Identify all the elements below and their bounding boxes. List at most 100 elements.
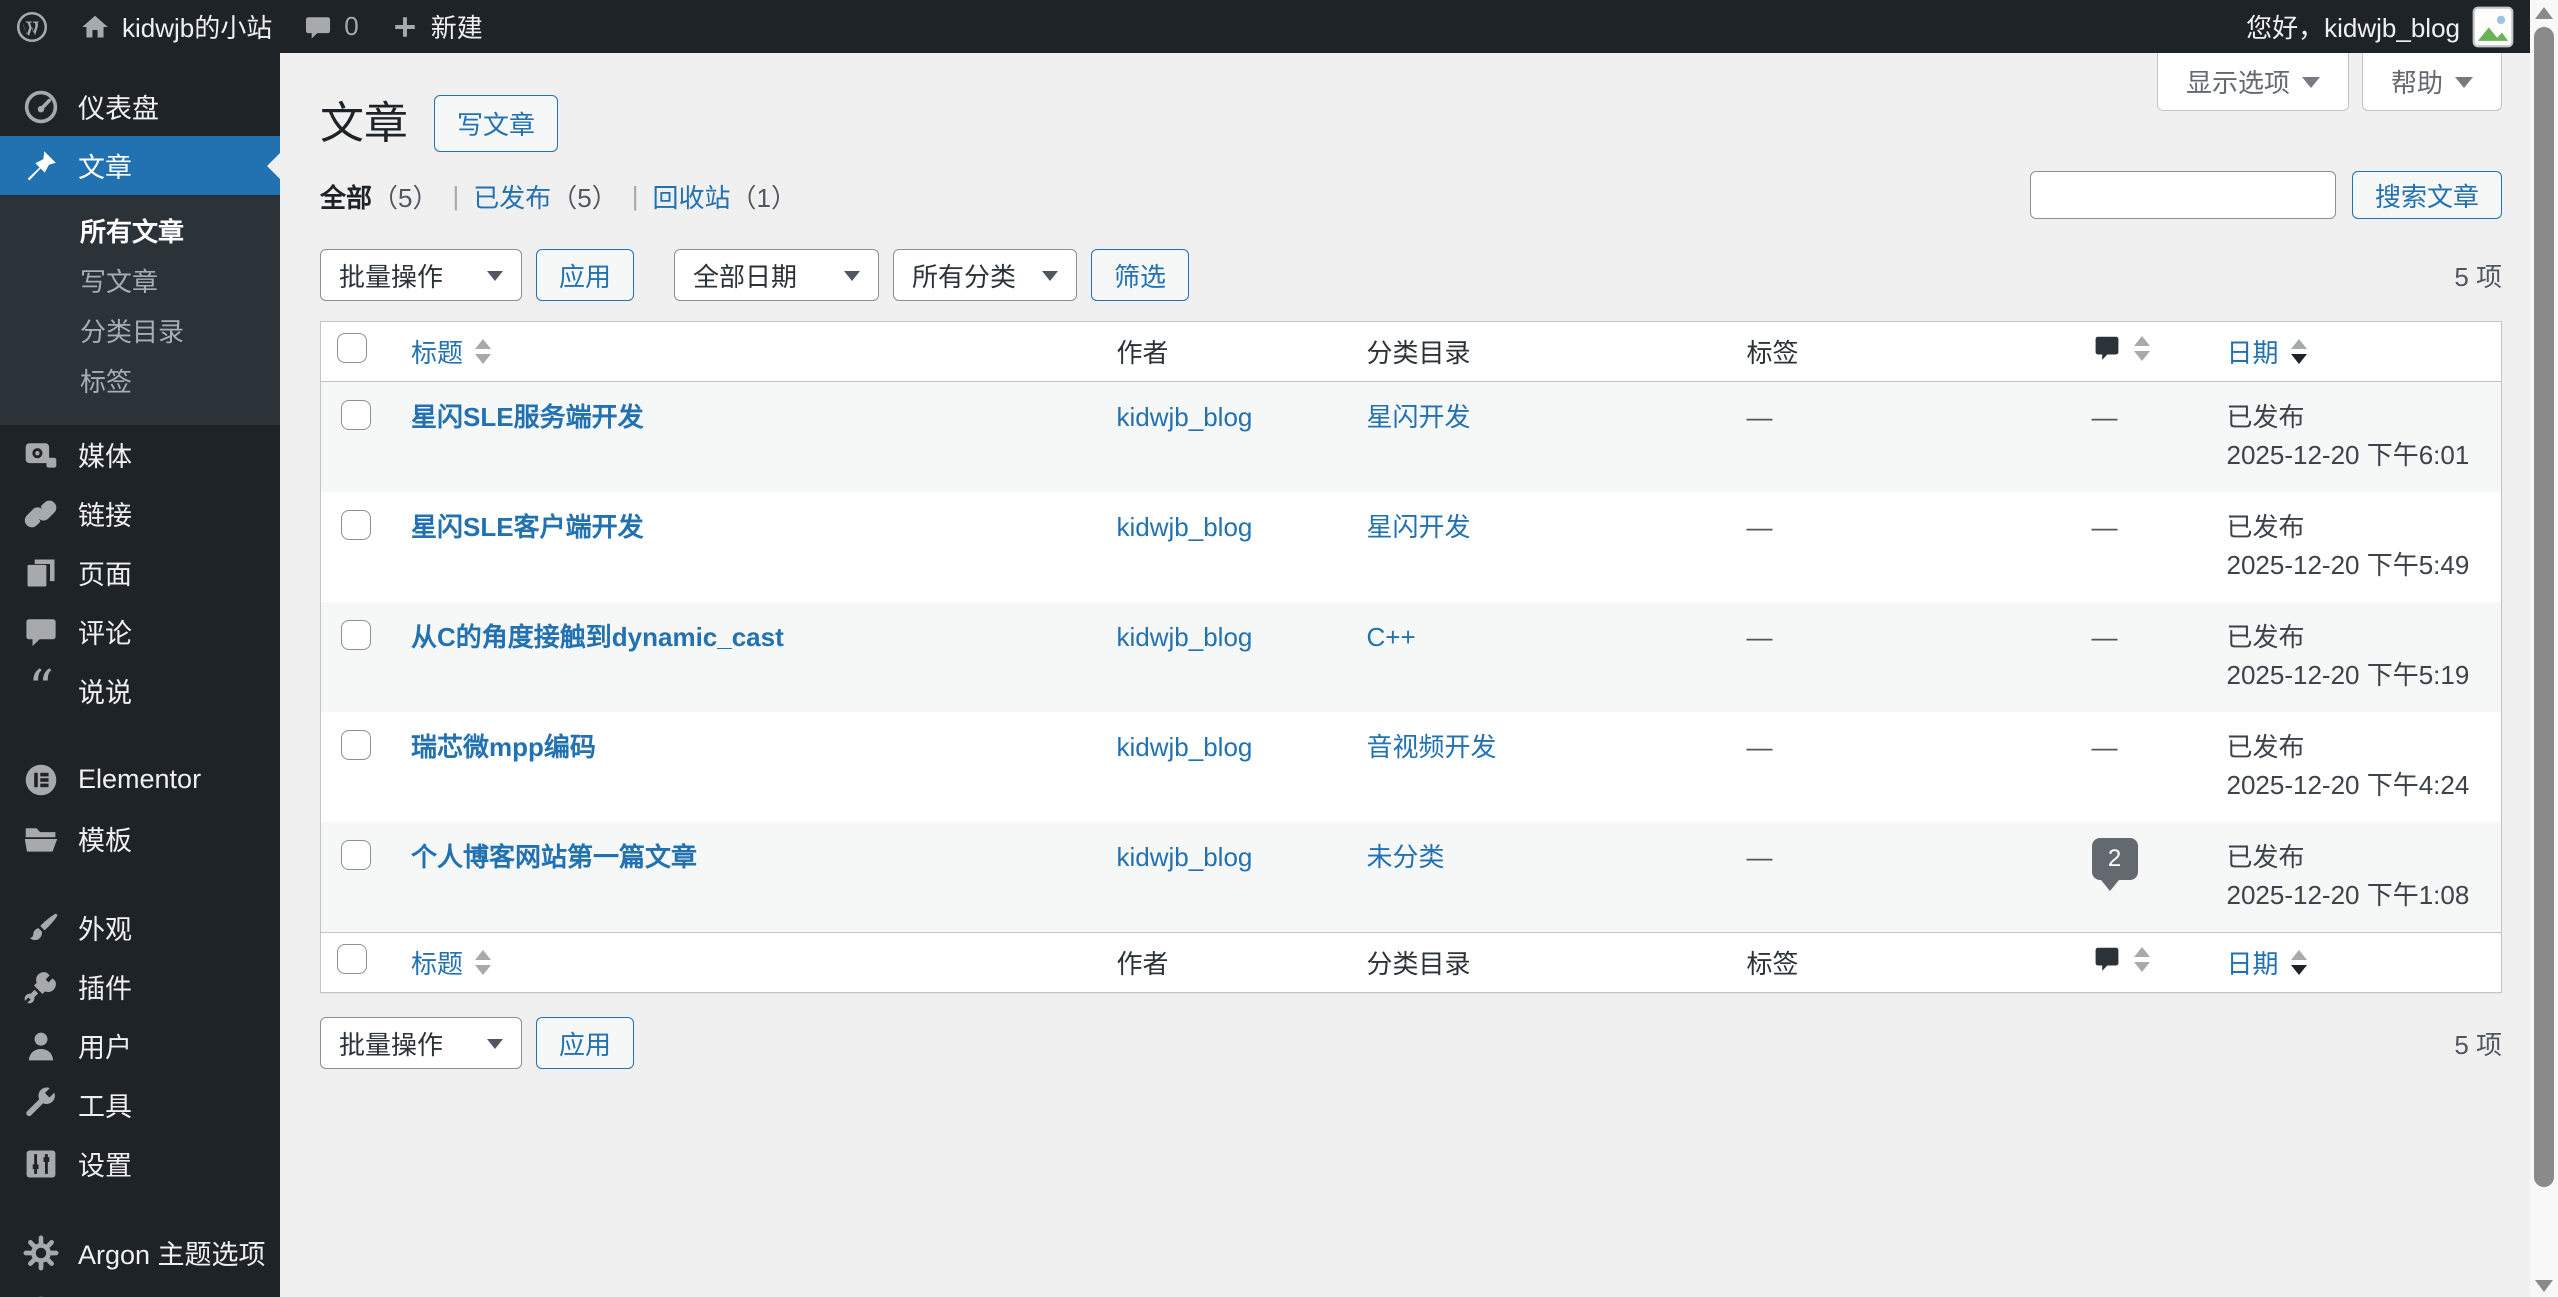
view-trash-link[interactable]: 回收站 [653,178,731,215]
post-title-link[interactable]: 星闪SLE客户端开发 [411,512,644,542]
sidebar-item-settings[interactable]: 设置 [0,1134,280,1193]
wordpress-logo-menu[interactable] [0,0,64,53]
category-filter-select[interactable]: 所有分类 [893,249,1078,301]
date-filter-value: 全部日期 [693,261,798,292]
row-checkbox[interactable] [341,730,371,760]
sidebar-item-comments[interactable]: 评论 [0,602,280,661]
sort-by-date[interactable]: 日期 [2227,944,2307,981]
post-title-link[interactable]: 个人博客网站第一篇文章 [411,842,697,872]
posts-table: 标题 作者 分类目录 标签 日期 星闪SLE服务端开发 kidwjb_blog … [320,321,2502,993]
category-link[interactable]: 音视频开发 [1367,732,1497,762]
sidebar-item-plugins[interactable]: 插件 [0,957,280,1016]
row-checkbox[interactable] [341,510,371,540]
add-new-post-button[interactable]: 写文章 [434,95,559,152]
sidebar-label: Argon 主题选项 [78,1240,266,1270]
date-filter-select[interactable]: 全部日期 [674,249,880,301]
bulk-action-select-bottom[interactable]: 批量操作 [320,1017,522,1069]
author-link[interactable]: kidwjb_blog [1117,842,1253,872]
sidebar-item-dashboard[interactable]: 仪表盘 [0,77,280,136]
category-link[interactable]: C++ [1367,622,1416,652]
row-checkbox[interactable] [341,400,371,430]
view-published-link[interactable]: 已发布 [473,178,551,215]
new-content-menu[interactable]: 新建 [375,0,499,53]
submenu-categories[interactable]: 分类目录 [0,307,280,357]
comment-bubble-icon [304,13,332,41]
sort-by-comments[interactable] [2092,944,2150,974]
folder-icon [22,821,60,857]
post-title-link[interactable]: 瑞芯微mpp编码 [411,732,596,762]
author-link[interactable]: kidwjb_blog [1117,402,1253,432]
comment-count-badge[interactable]: 2 [2091,838,2138,891]
author-link[interactable]: kidwjb_blog [1117,622,1253,652]
sidebar-label: 插件 [78,974,132,1004]
bulk-action-select[interactable]: 批量操作 [320,249,522,301]
column-author-label: 作者 [1096,932,1347,993]
sidebar-item-shuoshuo[interactable]: “ 说说 [0,661,280,720]
post-date: 2025-12-20 下午5:49 [2226,550,2470,580]
sidebar-item-links[interactable]: 链接 [0,484,280,543]
sidebar-item-posts[interactable]: 文章 [0,136,280,195]
screen-options-toggle[interactable]: 显示选项 [2156,53,2349,111]
my-account-menu[interactable]: 您好，kidwjb_blog [2246,0,2514,53]
chevron-down-icon [1042,271,1059,289]
row-checkbox[interactable] [341,620,371,650]
column-tags-label: 标签 [1726,932,2072,993]
search-input[interactable] [2029,171,2336,219]
select-all-checkbox[interactable] [337,944,367,974]
sidebar-item-pages[interactable]: 页面 [0,543,280,602]
sort-arrows-icon [2133,946,2150,972]
admin-bar-comments[interactable]: 0 [288,0,374,53]
sort-by-comments[interactable] [2092,333,2150,363]
sidebar-item-tools[interactable]: 工具 [0,1075,280,1134]
post-status: 已发布 [2226,402,2305,432]
comment-icon [22,615,60,649]
chevron-down-icon [2455,76,2473,97]
submenu-all-posts[interactable]: 所有文章 [0,207,280,257]
category-link[interactable]: 未分类 [1367,842,1445,872]
link-icon [22,496,60,532]
submenu-new-post[interactable]: 写文章 [0,257,280,307]
sidebar-item-templates[interactable]: 模板 [0,809,280,868]
scrollbar-thumb[interactable] [2534,27,2554,1187]
category-link[interactable]: 星闪开发 [1367,402,1471,432]
scroll-down-arrow-icon[interactable] [2535,1280,2553,1292]
column-date-label: 日期 [2226,338,2279,368]
select-all-checkbox[interactable] [337,333,367,363]
sidebar-label: 外观 [78,915,132,945]
sidebar-item-elementor[interactable]: Elementor [0,750,280,809]
comments-column-icon [2092,944,2122,974]
column-title-label: 标题 [411,338,464,368]
site-name-menu[interactable]: kidwjb的小站 [64,0,288,53]
help-toggle[interactable]: 帮助 [2361,53,2502,111]
scroll-up-arrow-icon[interactable] [2535,7,2553,19]
wrench-icon [22,1086,60,1123]
sidebar-item-appearance[interactable]: 外观 [0,898,280,957]
sort-by-date[interactable]: 日期 [2227,333,2307,370]
row-checkbox[interactable] [341,840,371,870]
table-row: 瑞芯微mpp编码 kidwjb_blog 音视频开发 — — 已发布 2025-… [321,712,2502,822]
category-link[interactable]: 星闪开发 [1367,512,1471,542]
author-link[interactable]: kidwjb_blog [1117,512,1253,542]
view-all-link[interactable]: 全部 [320,178,372,215]
view-separator: | [631,181,639,211]
sort-by-title[interactable]: 标题 [411,944,492,981]
submenu-tags[interactable]: 标签 [0,357,280,407]
sidebar-label: 链接 [78,501,132,531]
sidebar-label: 设置 [78,1151,132,1181]
filter-button[interactable]: 筛选 [1091,249,1190,301]
category-filter-value: 所有分类 [912,261,1017,292]
post-title-link[interactable]: 星闪SLE服务端开发 [411,402,644,432]
author-link[interactable]: kidwjb_blog [1117,732,1253,762]
sidebar-item-media[interactable]: 媒体 [0,425,280,484]
post-title-link[interactable]: 从C的角度接触到dynamic_cast [411,622,784,652]
sidebar-item-argon-theme-options[interactable]: Argon 主题选项 [0,1223,280,1282]
apply-button-bottom[interactable]: 应用 [536,1017,635,1069]
apply-button[interactable]: 应用 [536,249,635,301]
sort-by-title[interactable]: 标题 [411,333,492,370]
search-posts-button[interactable]: 搜索文章 [2351,171,2502,219]
sidebar-item-collapse-menu[interactable]: 收起菜单 [0,1282,280,1297]
new-content-label: 新建 [430,13,483,43]
sidebar-item-users[interactable]: 用户 [0,1016,280,1075]
avatar [2472,6,2514,48]
items-count: 5 项 [2454,261,2502,292]
